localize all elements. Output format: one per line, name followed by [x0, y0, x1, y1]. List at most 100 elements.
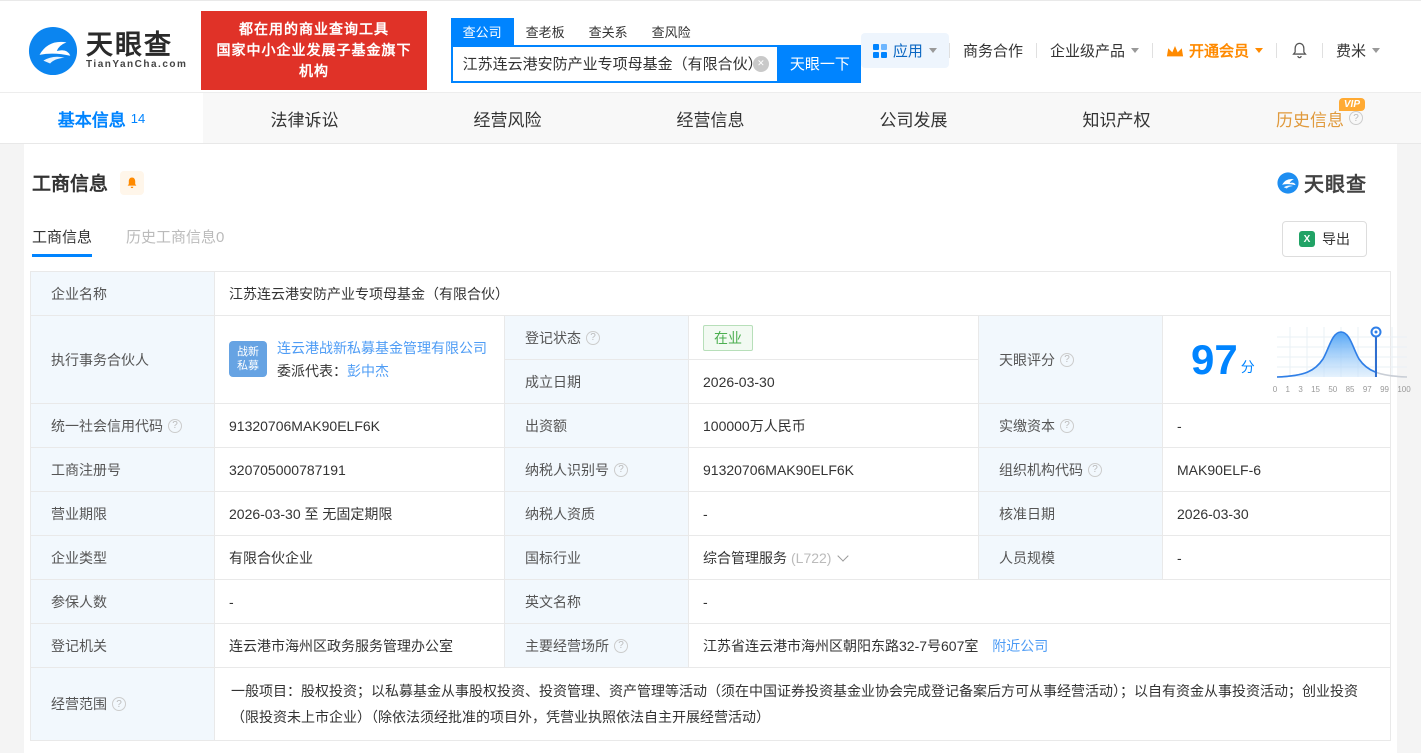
notifications-button[interactable] — [1277, 41, 1322, 60]
search-bar: 天眼一下 — [450, 44, 861, 83]
chevron-down-icon — [1372, 48, 1380, 53]
score-distribution-chart: 0 1 3 15 50 85 97 99 100 — [1273, 325, 1411, 394]
tianyancha-logo-icon — [1277, 171, 1299, 194]
search-button[interactable]: 天眼一下 — [778, 44, 861, 83]
search-input-box — [450, 44, 779, 83]
paid-capital-label: 实缴资本 — [978, 403, 1163, 448]
approval-date-label: 核准日期 — [978, 491, 1163, 536]
tab-operation-risk[interactable]: 经营风险 — [406, 93, 609, 143]
company-section-nav: 基本信息 14 法律诉讼 经营风险 经营信息 公司发展 知识产权 VIP 历史信… — [0, 92, 1421, 144]
search-tab-boss[interactable]: 查老板 — [514, 18, 577, 45]
address-text: 江苏省连云港市海州区朝阳东路32-7号607室 — [703, 637, 979, 654]
representative-label: 委派代表： — [277, 362, 347, 379]
enterprise-product-menu[interactable]: 企业级产品 — [1037, 40, 1152, 61]
tab-label: 历史信息 — [1276, 110, 1344, 130]
contribution-label: 出资额 — [504, 403, 689, 448]
help-icon[interactable] — [614, 638, 628, 653]
table-row: 参保人数 - 英文名称 - — [30, 579, 1391, 624]
business-cooperation-link[interactable]: 商务合作 — [950, 40, 1036, 61]
partner-avatar[interactable]: 战新私募 — [229, 340, 267, 377]
registration-status-label: 登记状态 — [504, 315, 689, 360]
tab-company-development[interactable]: 公司发展 — [812, 93, 1015, 143]
open-vip-menu[interactable]: 开通会员 — [1153, 40, 1276, 61]
search-tab-relation[interactable]: 查关系 — [577, 18, 640, 45]
help-icon[interactable] — [1060, 352, 1074, 367]
export-label: 导出 — [1322, 231, 1350, 247]
insured-count-value: - — [214, 579, 505, 624]
industry-label: 国标行业 — [504, 535, 689, 580]
staff-size-label: 人员规模 — [978, 535, 1163, 580]
user-account-menu[interactable]: 费米 — [1323, 40, 1393, 61]
section-header: 工商信息 天眼查 — [26, 168, 1395, 197]
chevron-down-icon — [928, 48, 937, 53]
chevron-down-icon — [1130, 48, 1139, 53]
vip-badge: VIP — [1338, 98, 1365, 111]
staff-size-value: - — [1162, 535, 1391, 580]
taxpayer-id-value: 91320706MAK90ELF6K — [688, 447, 979, 492]
representative-link[interactable]: 彭中杰 — [347, 363, 389, 379]
executive-partner-cell: 战新私募 连云港战新私募基金管理有限公司 委派代表：彭中杰 — [214, 315, 505, 404]
score-value: 97 — [1191, 335, 1238, 383]
logo-text: 天眼查 TianYanCha.com — [86, 31, 187, 70]
tianyancha-logo[interactable]: 天眼查 TianYanCha.com — [28, 26, 187, 76]
business-info-card: 工商信息 天眼查 工商信息 历史工商信息0 导出 — [24, 144, 1411, 753]
header-menu: 应用 商务合作 企业级产品 开通会员 费米 — [860, 33, 1393, 68]
tab-history-info[interactable]: VIP 历史信息 — [1218, 93, 1421, 143]
help-icon[interactable] — [614, 462, 628, 477]
business-term-label: 营业期限 — [30, 491, 215, 536]
search-tab-company[interactable]: 查公司 — [450, 17, 514, 45]
subtab-row: 工商信息 历史工商信息0 导出 — [32, 221, 1367, 257]
apps-menu[interactable]: 应用 — [860, 33, 949, 68]
help-icon[interactable] — [1349, 111, 1363, 125]
search-input[interactable] — [462, 55, 753, 72]
company-type-value: 有限合伙企业 — [214, 535, 505, 580]
clear-icon[interactable] — [752, 55, 769, 72]
help-icon[interactable] — [586, 330, 600, 345]
tab-basic-info[interactable]: 基本信息 14 — [0, 93, 203, 143]
help-icon[interactable] — [1088, 462, 1102, 477]
help-icon[interactable] — [168, 418, 182, 433]
company-name-value: 江苏连云港安防产业专项母基金（有限合伙） — [214, 271, 1391, 316]
tab-label: 知识产权 — [1082, 110, 1151, 130]
company-name-label: 企业名称 — [30, 271, 215, 316]
main-content: 工商信息 天眼查 工商信息 历史工商信息0 导出 — [0, 144, 1421, 753]
table-row: 执行事务合伙人 战新私募 连云港战新私募基金管理有限公司 委派代表：彭中杰 登记… — [30, 315, 1411, 404]
industry-value: 综合管理服务 (L722) — [688, 535, 979, 580]
search-tab-risk[interactable]: 查风险 — [640, 18, 703, 45]
cooperation-label: 商务合作 — [962, 43, 1023, 60]
apps-label: 应用 — [892, 43, 923, 60]
business-info-table: 企业名称 江苏连云港安防产业专项母基金（有限合伙） 执行事务合伙人 战新私募 连… — [30, 271, 1411, 741]
partner-company-link[interactable]: 连云港战新私募基金管理有限公司 — [277, 340, 487, 356]
tab-operation-info[interactable]: 经营信息 — [609, 93, 812, 143]
logo-name: 天眼查 — [86, 30, 173, 60]
section-title: 工商信息 — [32, 174, 109, 195]
promo-line2: 国家中小企业发展子基金旗下机构 — [216, 42, 412, 79]
tab-label: 基本信息 — [57, 110, 126, 130]
taxpayer-id-label: 纳税人识别号 — [504, 447, 689, 492]
subscribe-bell-button[interactable] — [120, 170, 145, 195]
tab-intellectual-property[interactable]: 知识产权 — [1015, 93, 1218, 143]
subtab-history-business-info[interactable]: 历史工商信息0 — [126, 226, 224, 257]
tab-label: 经营风险 — [473, 110, 542, 130]
table-row: 统一社会信用代码 91320706MAK90ELF6K 出资额 100000万人… — [30, 403, 1391, 448]
tab-label: 法律诉讼 — [270, 110, 339, 130]
promo-line1: 都在用的商业查询工具 — [238, 21, 389, 37]
tab-legal-litigation[interactable]: 法律诉讼 — [203, 93, 406, 143]
subtab-business-info[interactable]: 工商信息 — [32, 226, 93, 257]
table-row: 企业类型 有限合伙企业 国标行业 综合管理服务 (L722) 人员规模 - — [30, 535, 1391, 580]
help-icon[interactable] — [112, 697, 126, 711]
chevron-down-icon[interactable] — [837, 550, 850, 562]
logo-domain: TianYanCha.com — [86, 59, 188, 70]
score-axis-labels: 0 1 3 15 50 85 97 99 100 — [1272, 385, 1411, 394]
table-row: 登记机关 连云港市海州区政务服务管理办公室 主要经营场所 江苏省连云港市海州区朝… — [30, 623, 1391, 668]
credit-code-value: 91320706MAK90ELF6K — [214, 403, 505, 448]
registration-number-label: 工商注册号 — [30, 447, 215, 492]
nearby-companies-link[interactable]: 附近公司 — [992, 638, 1048, 654]
english-name-label: 英文名称 — [504, 579, 689, 624]
industry-code: (L722) — [791, 549, 832, 566]
grid-icon — [872, 43, 887, 58]
score-unit: 分 — [1240, 358, 1255, 375]
help-icon[interactable] — [1060, 418, 1074, 433]
table-row: 企业名称 江苏连云港安防产业专项母基金（有限合伙） — [30, 271, 1391, 316]
export-button[interactable]: 导出 — [1282, 221, 1367, 257]
